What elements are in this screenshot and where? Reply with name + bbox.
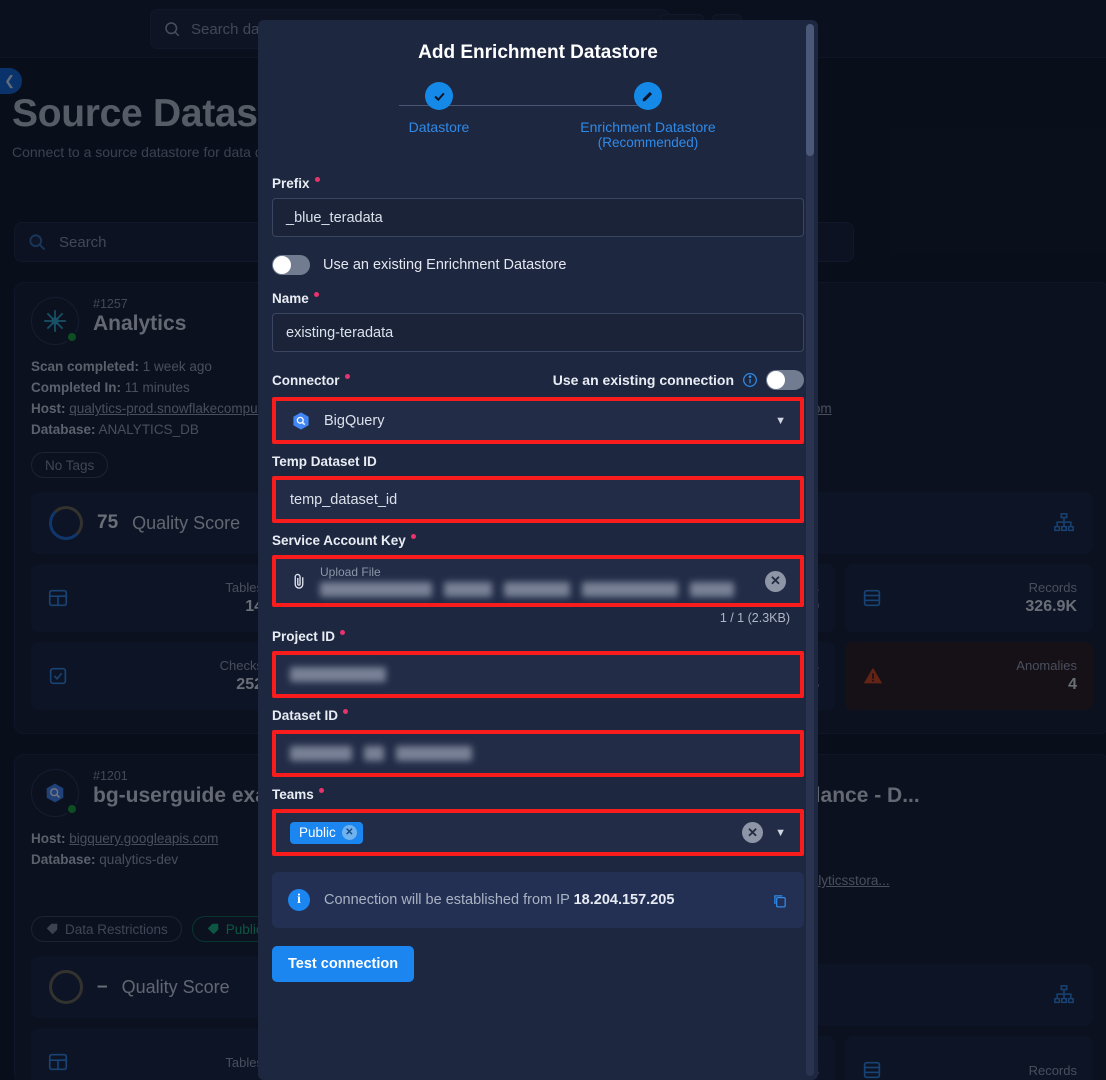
prefix-field: Prefix _blue_teradata [258, 176, 818, 237]
connector-value: BigQuery [324, 412, 385, 429]
prefix-label: Prefix [272, 176, 804, 191]
required-dot-icon [313, 292, 319, 297]
use-existing-datastore-label: Use an existing Enrichment Datastore [323, 257, 567, 273]
teams-field: Teams Public ✕ ✕ ▼ [258, 787, 818, 856]
teams-select[interactable]: Public ✕ ✕ ▼ [276, 813, 800, 852]
service-account-key-highlight-box: Upload File ✕ [272, 555, 804, 607]
step-sublabel: (Recommended) [597, 135, 699, 150]
required-dot-icon [318, 788, 324, 793]
remove-file-button[interactable]: ✕ [765, 570, 786, 592]
name-input[interactable]: existing-teradata [272, 313, 804, 352]
use-existing-datastore-row[interactable]: Use an existing Enrichment Datastore [258, 255, 818, 275]
connector-label-text: Connector [272, 372, 340, 388]
remove-chip-icon[interactable]: ✕ [341, 825, 357, 840]
service-account-key-placeholder: Upload File [320, 564, 381, 579]
modal-scrollbar-track[interactable] [806, 24, 814, 1076]
chevron-down-icon[interactable]: ▼ [775, 415, 786, 427]
connection-ip-info: i Connection will be established from IP… [272, 872, 804, 928]
connector-header: Connector Use an existing connection [258, 370, 818, 390]
team-chip-label: Public [299, 825, 336, 840]
step-label: Enrichment Datastore [580, 119, 716, 135]
file-count-size: 1 / 1 (2.3KB) [719, 611, 790, 625]
dataset-id-highlight-box [272, 730, 804, 777]
project-id-label: Project ID [272, 629, 804, 644]
name-label-text: Name [272, 291, 309, 306]
service-account-key-label: Service Account Key [272, 533, 804, 548]
temp-dataset-id-label: Temp Dataset ID [272, 454, 804, 469]
project-id-value-redacted [290, 667, 386, 682]
service-account-key-field: Service Account Key Upload File ✕ 1 / 1 … [258, 533, 818, 625]
temp-dataset-id-highlight-box: temp_dataset_id [272, 476, 804, 523]
dataset-id-input[interactable] [276, 734, 800, 773]
clear-teams-button[interactable]: ✕ [742, 822, 764, 843]
prefix-label-text: Prefix [272, 176, 310, 191]
project-id-label-text: Project ID [272, 629, 336, 644]
teams-highlight-box: Public ✕ ✕ ▼ [272, 809, 804, 856]
dataset-id-value-redacted [290, 746, 472, 761]
pencil-icon [634, 82, 662, 110]
modal-scroll-area: Add Enrichment Datastore Datastore Enric… [258, 20, 818, 1080]
stepper: Datastore Enrichment Datastore (Recommen… [258, 82, 818, 172]
toggle-knob [273, 256, 291, 274]
prefix-input[interactable]: _blue_teradata [272, 198, 804, 237]
modal-title: Add Enrichment Datastore [418, 42, 658, 63]
connector-section: Connector Use an existing connection Big… [258, 370, 818, 444]
info-icon[interactable] [742, 372, 758, 388]
required-dot-icon [344, 373, 350, 379]
step-enrichment-datastore[interactable]: Enrichment Datastore (Recommended) [560, 82, 736, 150]
project-id-input[interactable] [276, 655, 800, 694]
temp-dataset-id-input[interactable]: temp_dataset_id [276, 480, 800, 519]
connector-select[interactable]: BigQuery ▼ [276, 401, 800, 440]
chevron-down-icon[interactable]: ▼ [775, 827, 786, 839]
modal-scrollbar-thumb[interactable] [806, 24, 814, 156]
teams-label-text: Teams [272, 787, 314, 802]
team-chip[interactable]: Public ✕ [290, 821, 363, 844]
temp-dataset-id-label-text: Temp Dataset ID [272, 454, 377, 469]
required-dot-icon [343, 709, 349, 714]
use-existing-connection-row[interactable]: Use an existing connection [553, 370, 804, 390]
project-id-field: Project ID [258, 629, 818, 698]
dataset-id-field: Dataset ID [258, 708, 818, 777]
name-label: Name [272, 291, 804, 306]
toggle-knob [767, 371, 785, 389]
use-existing-datastore-toggle[interactable] [272, 255, 310, 275]
required-dot-icon [340, 630, 346, 635]
service-account-key-upload[interactable]: Upload File ✕ [276, 559, 800, 603]
test-connection-button[interactable]: Test connection [272, 946, 415, 982]
required-dot-icon [410, 534, 416, 539]
connection-ip-value: 18.204.157.205 [573, 892, 675, 908]
info-icon: i [288, 889, 310, 911]
copy-icon[interactable] [771, 892, 788, 909]
dataset-id-label-text: Dataset ID [272, 708, 339, 723]
connector-label: Connector [272, 373, 350, 388]
teams-label: Teams [272, 787, 804, 802]
add-enrichment-datastore-modal: Add Enrichment Datastore Datastore Enric… [258, 20, 818, 1080]
step-datastore[interactable]: Datastore [366, 82, 512, 135]
connection-ip-prefix: Connection will be established from IP [324, 892, 570, 908]
step-label: Datastore [408, 119, 470, 135]
project-id-highlight-box [272, 651, 804, 698]
connector-highlight-box: BigQuery ▼ [272, 397, 804, 444]
dataset-id-label: Dataset ID [272, 708, 804, 723]
connection-ip-text: Connection will be established from IP 1… [324, 892, 674, 908]
bigquery-icon [293, 411, 309, 430]
paperclip-icon [294, 573, 304, 589]
name-field: Name existing-teradata [258, 291, 818, 352]
temp-dataset-id-field: Temp Dataset ID temp_dataset_id [258, 454, 818, 523]
required-dot-icon [314, 177, 320, 182]
use-existing-connection-toggle[interactable] [766, 370, 804, 390]
service-account-key-filename-redacted [320, 581, 753, 597]
use-existing-connection-label: Use an existing connection [552, 372, 734, 388]
check-icon [425, 82, 453, 110]
service-account-key-label-text: Service Account Key [272, 533, 406, 548]
